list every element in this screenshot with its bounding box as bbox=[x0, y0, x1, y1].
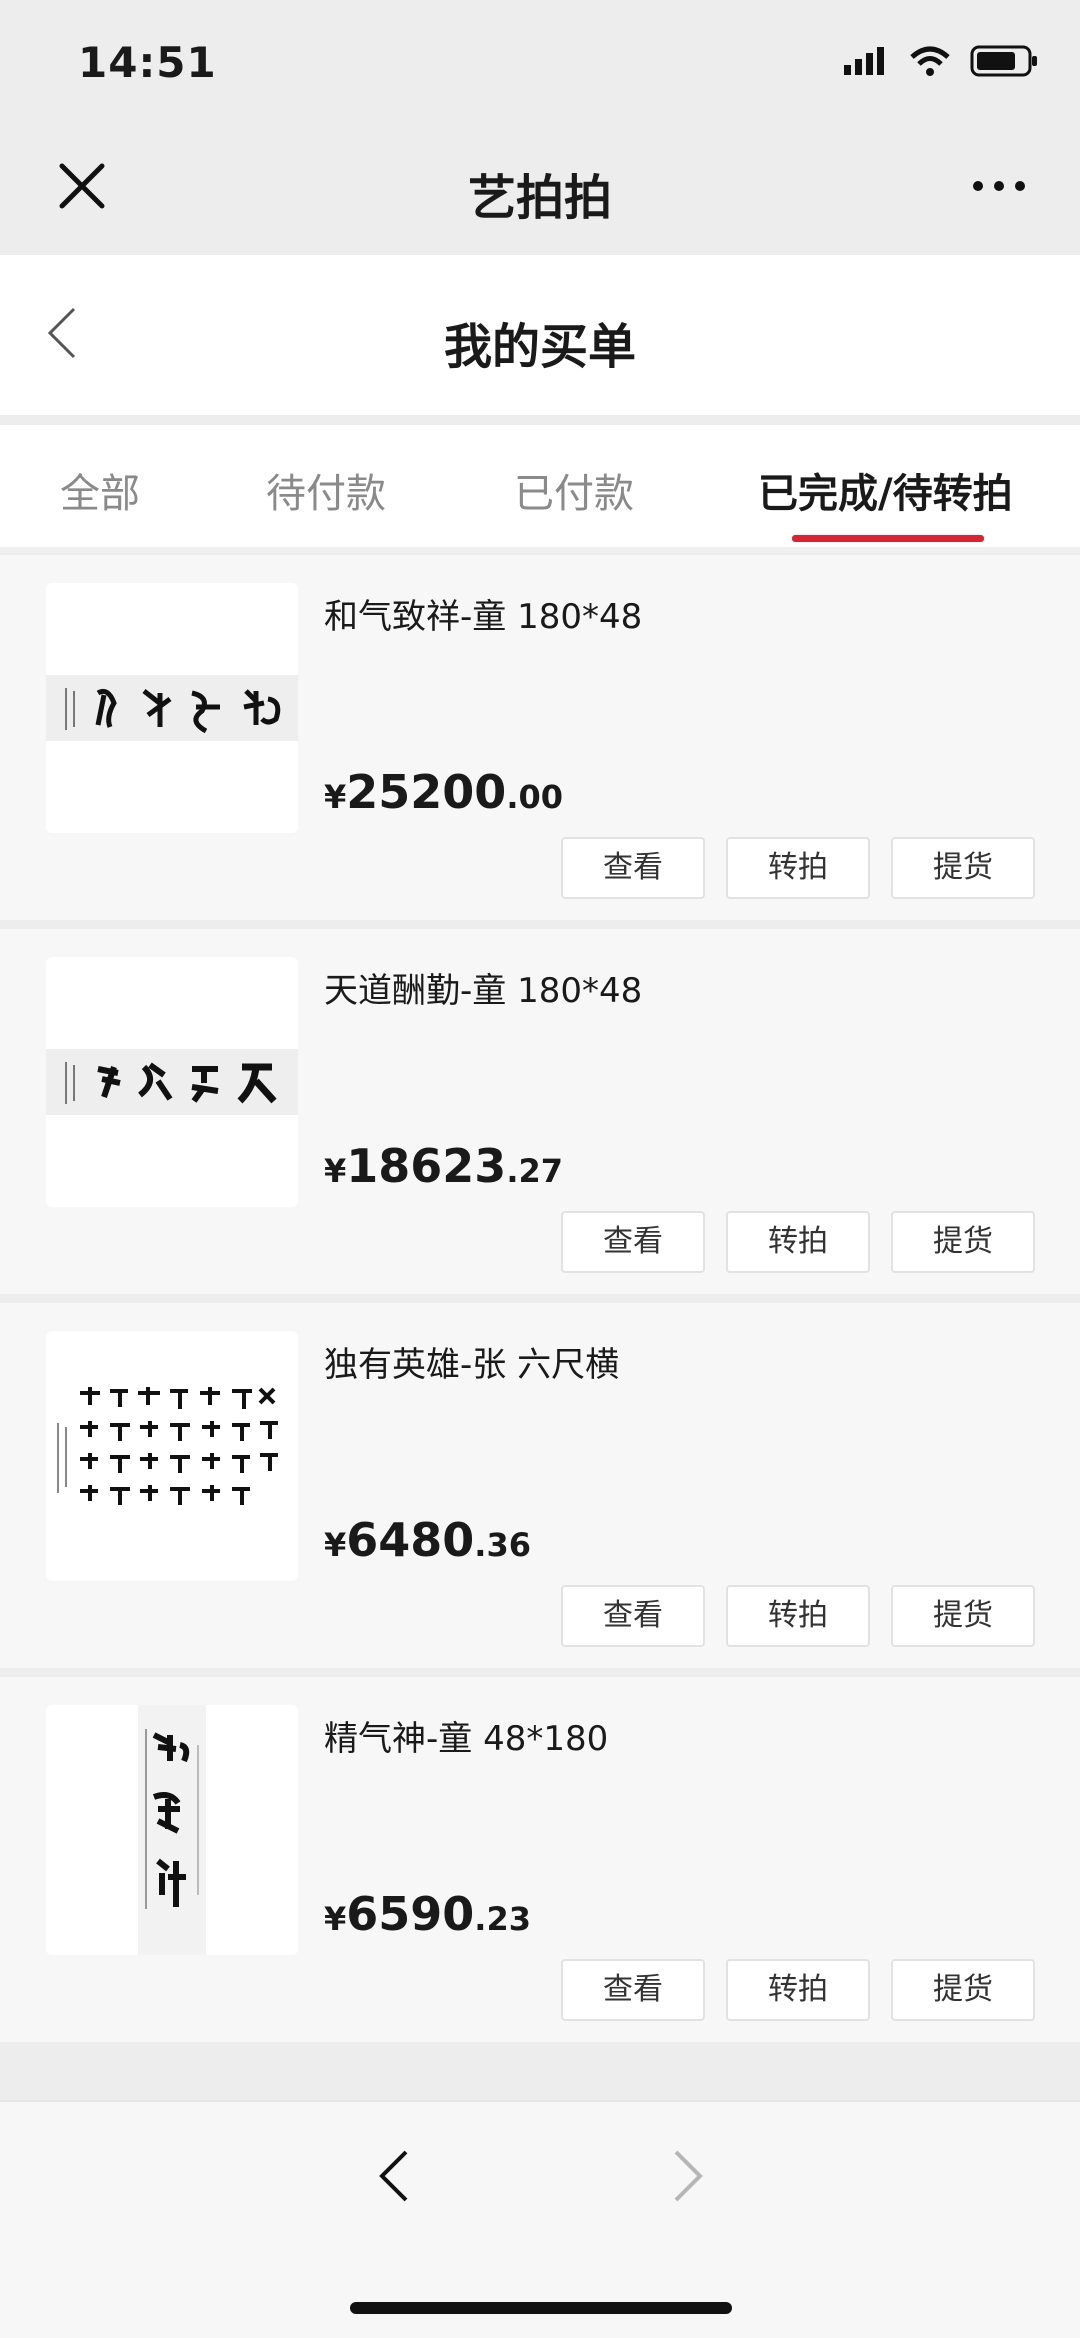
resale-button[interactable]: 转拍 bbox=[726, 837, 870, 899]
order-tabs: 全部 待付款 已付款 已完成/待转拍 bbox=[0, 425, 1080, 553]
view-button[interactable]: 查看 bbox=[561, 1959, 705, 2021]
tab-all[interactable]: 全部 bbox=[60, 461, 140, 519]
price-integer: 25200 bbox=[346, 765, 507, 819]
view-button[interactable]: 查看 bbox=[561, 1585, 705, 1647]
artwork-name: 和气致祥-童 180*48 bbox=[324, 597, 643, 637]
order-price: ¥25200.00 bbox=[324, 765, 563, 819]
order-card: 天道酬勤-童 180*48 ¥18623.27 查看 转拍 提货 bbox=[0, 929, 1080, 1294]
page-header: 我的买单 bbox=[0, 255, 1080, 415]
price-decimal: .23 bbox=[474, 1900, 531, 1938]
page-title: 我的买单 bbox=[443, 319, 636, 375]
price-integer: 6590 bbox=[346, 1887, 475, 1941]
signal-icon bbox=[844, 47, 884, 75]
order-price: ¥6590.23 bbox=[324, 1887, 531, 1941]
price-decimal: .27 bbox=[506, 1152, 563, 1190]
pickup-button[interactable]: 提货 bbox=[891, 1211, 1035, 1273]
mini-program-bar: 艺拍拍 bbox=[0, 120, 1080, 255]
calligraphy-image bbox=[138, 1705, 206, 1955]
calligraphy-image bbox=[46, 675, 298, 741]
status-icons bbox=[842, 44, 1040, 78]
more-icon[interactable] bbox=[970, 168, 1028, 204]
mini-program-title: 艺拍拍 bbox=[467, 170, 612, 226]
artwork-thumbnail[interactable] bbox=[46, 1705, 298, 1955]
calligraphy-image bbox=[46, 1049, 298, 1115]
currency-symbol: ¥ bbox=[324, 778, 347, 816]
bottom-navigation bbox=[0, 2100, 1080, 2338]
tab-completed-resale[interactable]: 已完成/待转拍 bbox=[758, 461, 1013, 519]
artwork-thumbnail[interactable] bbox=[46, 1331, 298, 1581]
chevron-right-icon[interactable] bbox=[668, 2146, 708, 2206]
resale-button[interactable]: 转拍 bbox=[726, 1211, 870, 1273]
tab-paid[interactable]: 已付款 bbox=[514, 461, 634, 519]
order-card: 和气致祥-童 180*48 ¥25200.00 查看 转拍 提货 bbox=[0, 555, 1080, 920]
pickup-button[interactable]: 提货 bbox=[891, 1959, 1035, 2021]
pickup-button[interactable]: 提货 bbox=[891, 837, 1035, 899]
order-list: 和气致祥-童 180*48 ¥25200.00 查看 转拍 提货 天道酬勤-童 bbox=[0, 555, 1080, 2051]
price-decimal: .00 bbox=[506, 778, 563, 816]
status-time: 14:51 bbox=[78, 38, 217, 87]
artwork-name: 独有英雄-张 六尺横 bbox=[324, 1345, 620, 1385]
calligraphy-image bbox=[46, 1383, 298, 1529]
order-price: ¥6480.36 bbox=[324, 1513, 531, 1567]
view-button[interactable]: 查看 bbox=[561, 837, 705, 899]
artwork-name: 精气神-童 48*180 bbox=[324, 1719, 609, 1759]
price-integer: 6480 bbox=[346, 1513, 475, 1567]
currency-symbol: ¥ bbox=[324, 1526, 347, 1564]
chevron-left-icon[interactable] bbox=[374, 2146, 414, 2206]
artwork-thumbnail[interactable] bbox=[46, 583, 298, 833]
artwork-name: 天道酬勤-童 180*48 bbox=[324, 971, 643, 1011]
tab-pending-payment[interactable]: 待付款 bbox=[266, 461, 386, 519]
battery-icon bbox=[970, 45, 1037, 77]
artwork-thumbnail[interactable] bbox=[46, 957, 298, 1207]
order-card: 精气神-童 48*180 ¥6590.23 查看 转拍 提货 bbox=[0, 1677, 1080, 2042]
price-decimal: .36 bbox=[474, 1526, 531, 1564]
view-button[interactable]: 查看 bbox=[561, 1211, 705, 1273]
home-indicator[interactable] bbox=[350, 2302, 732, 2314]
active-tab-indicator bbox=[792, 535, 984, 542]
resale-button[interactable]: 转拍 bbox=[726, 1959, 870, 2021]
status-bar: 14:51 bbox=[0, 0, 1080, 120]
order-card: 独有英雄-张 六尺横 ¥6480.36 查看 转拍 提货 bbox=[0, 1303, 1080, 1668]
page: 14:51 艺拍拍 我的买单 全部 待付款 已付款 已完成/待转拍 和气致祥-童… bbox=[0, 0, 1080, 2338]
currency-symbol: ¥ bbox=[324, 1152, 347, 1190]
order-price: ¥18623.27 bbox=[324, 1139, 563, 1193]
pickup-button[interactable]: 提货 bbox=[891, 1585, 1035, 1647]
price-integer: 18623 bbox=[346, 1139, 507, 1193]
wifi-icon bbox=[910, 46, 950, 76]
resale-button[interactable]: 转拍 bbox=[726, 1585, 870, 1647]
currency-symbol: ¥ bbox=[324, 1900, 347, 1938]
